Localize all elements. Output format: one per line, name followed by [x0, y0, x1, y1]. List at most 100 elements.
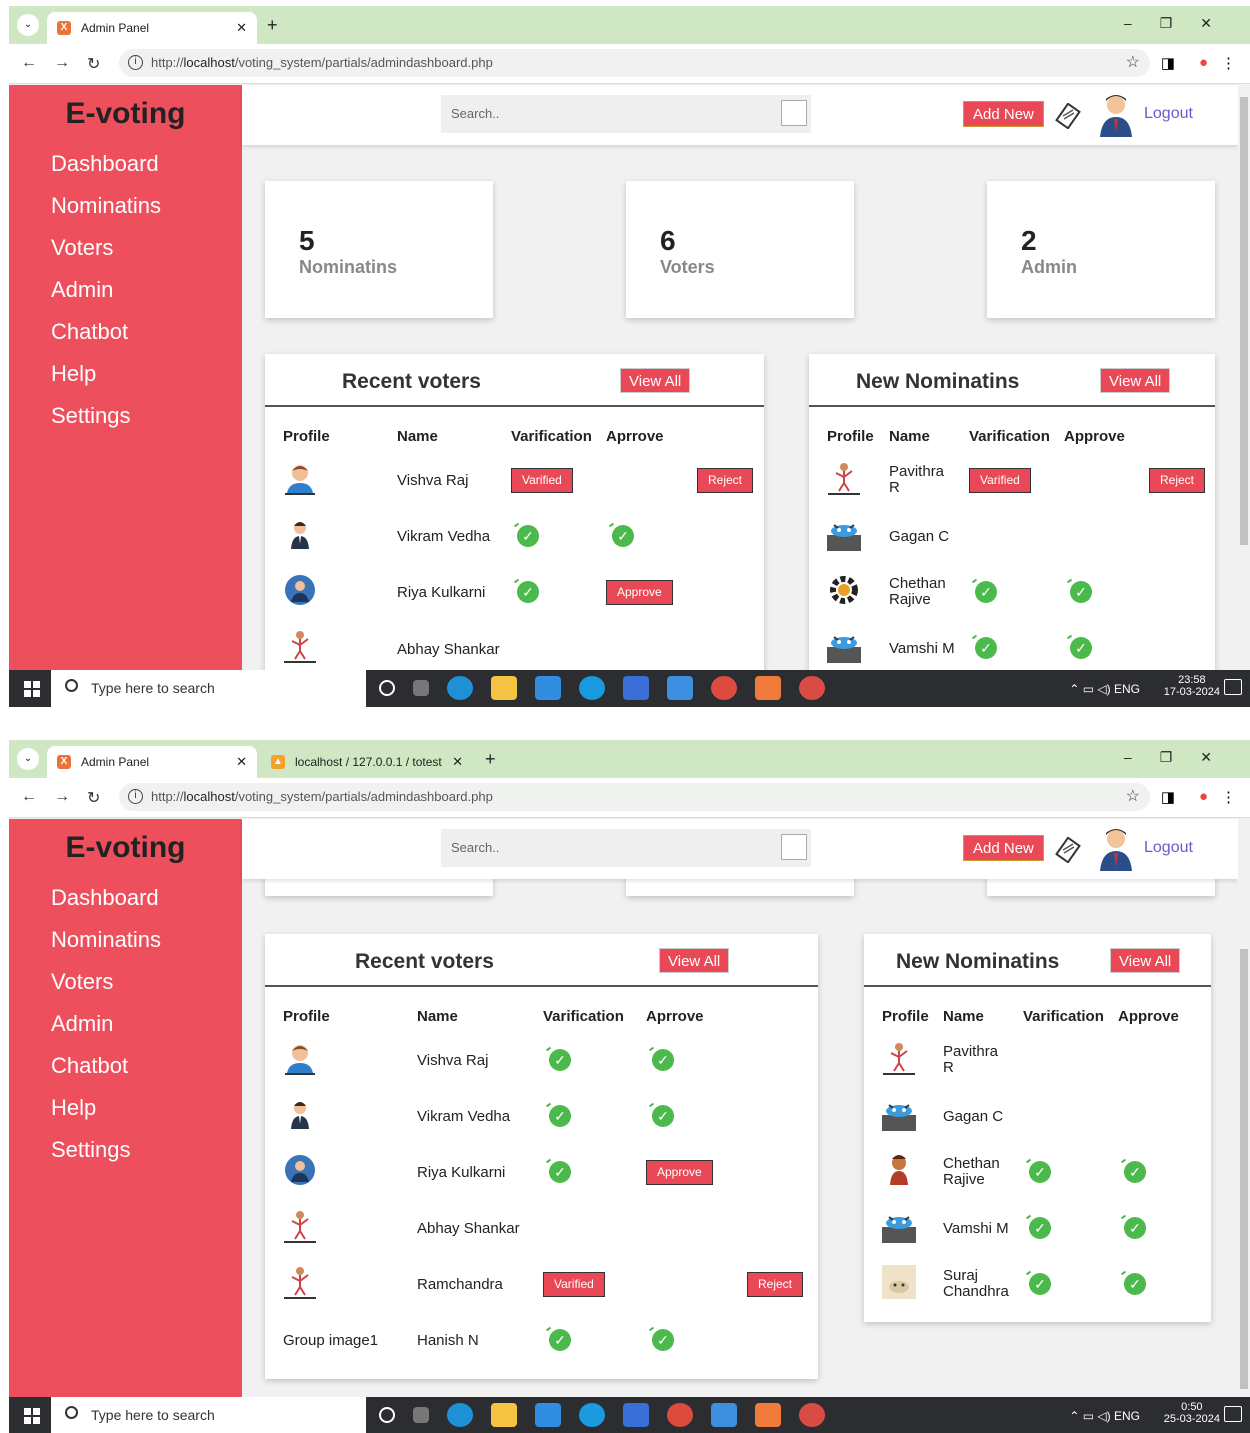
- tray-icons[interactable]: ⌃ ▭ ◁) ENG: [1069, 1409, 1140, 1423]
- sidebar-item-voters[interactable]: Voters: [51, 235, 242, 261]
- close-tab-icon[interactable]: ✕: [452, 754, 463, 770]
- menu-icon[interactable]: ⋮: [1221, 788, 1236, 806]
- file-explorer-icon[interactable]: [491, 1403, 517, 1427]
- reject-button[interactable]: Reject: [1148, 467, 1205, 493]
- window-controls[interactable]: –❐✕: [1124, 749, 1240, 766]
- menu-icon[interactable]: ⋮: [1221, 54, 1236, 72]
- store-icon[interactable]: [623, 676, 649, 700]
- chrome-icon[interactable]: [711, 676, 737, 700]
- clock-time[interactable]: 23:58: [1164, 674, 1220, 686]
- varified-button[interactable]: Varified: [969, 467, 1031, 493]
- window-controls[interactable]: –❐✕: [1124, 15, 1240, 32]
- file-explorer-icon[interactable]: [491, 676, 517, 700]
- sidebar-item-voters[interactable]: Voters: [51, 969, 242, 995]
- cortana-icon[interactable]: [379, 1407, 395, 1423]
- sidebar-item-admin[interactable]: Admin: [51, 277, 242, 303]
- info-icon[interactable]: i: [128, 789, 143, 804]
- tab-search-button[interactable]: ⌄: [17, 14, 39, 36]
- task-view-icon[interactable]: [413, 680, 429, 696]
- reject-button[interactable]: Reject: [746, 1271, 803, 1297]
- add-new-button[interactable]: Add New: [963, 835, 1044, 861]
- taskbar-search-input[interactable]: Type here to search: [51, 670, 366, 707]
- logout-link[interactable]: Logout: [1144, 105, 1193, 123]
- tab-phpmyadmin[interactable]: ▲ localhost / 127.0.0.1 / totest / v ✕: [261, 746, 473, 778]
- scrollbar[interactable]: [1238, 819, 1250, 1397]
- store-icon[interactable]: [623, 1403, 649, 1427]
- bookmark-star-icon[interactable]: ☆: [1126, 783, 1140, 811]
- url-input[interactable]: i http://localhost/voting_system/partial…: [119, 783, 1150, 811]
- sidepanel-icon[interactable]: ◨: [1161, 54, 1175, 72]
- back-icon[interactable]: ←: [21, 54, 37, 72]
- profile-icon[interactable]: ●: [1199, 54, 1208, 71]
- sidebar-item-help[interactable]: Help: [51, 1095, 242, 1121]
- sidebar-item-settings[interactable]: Settings: [51, 1137, 242, 1163]
- notification-icon[interactable]: [1224, 1406, 1242, 1422]
- xampp-icon[interactable]: [755, 1403, 781, 1427]
- tab-admin-panel[interactable]: X Admin Panel ✕: [47, 12, 257, 44]
- search-button-icon[interactable]: [781, 100, 807, 126]
- forward-icon[interactable]: →: [54, 54, 70, 72]
- clock-time[interactable]: 0:50: [1164, 1401, 1220, 1413]
- mail-icon[interactable]: [535, 676, 561, 700]
- photos-icon[interactable]: [667, 676, 693, 700]
- varified-button[interactable]: Varified: [511, 467, 573, 493]
- search-input[interactable]: Search..: [441, 95, 811, 133]
- chrome-profile-icon[interactable]: [799, 676, 825, 700]
- reject-button[interactable]: Reject: [696, 467, 753, 493]
- admin-avatar[interactable]: [1092, 91, 1136, 137]
- tab-search-button[interactable]: ⌄: [17, 748, 39, 770]
- tray-icons[interactable]: ⌃ ▭ ◁) ENG: [1069, 682, 1140, 696]
- scrollbar[interactable]: [1238, 85, 1250, 670]
- logout-link[interactable]: Logout: [1144, 839, 1193, 857]
- sidepanel-icon[interactable]: ◨: [1161, 788, 1175, 806]
- varified-button[interactable]: Varified: [543, 1271, 605, 1297]
- clock-date[interactable]: 25-03-2024: [1164, 1413, 1220, 1425]
- mail-icon[interactable]: [535, 1403, 561, 1427]
- reload-icon[interactable]: ↻: [87, 788, 100, 808]
- skype-icon[interactable]: [579, 676, 605, 700]
- photos-icon[interactable]: [711, 1403, 737, 1427]
- sidebar-item-help[interactable]: Help: [51, 361, 242, 387]
- approve-button[interactable]: Approve: [646, 1159, 713, 1185]
- url-input[interactable]: i http://localhost/voting_system/partial…: [119, 49, 1150, 77]
- view-all-nominatins-button[interactable]: View All: [1110, 948, 1181, 973]
- edge-icon[interactable]: [447, 1403, 473, 1427]
- skype-icon[interactable]: [579, 1403, 605, 1427]
- taskbar-search-input[interactable]: Type here to search: [51, 1397, 366, 1433]
- profile-icon[interactable]: ●: [1199, 788, 1208, 805]
- windows-start-icon[interactable]: [24, 1408, 40, 1424]
- admin-avatar[interactable]: [1092, 825, 1136, 871]
- sidebar-item-chatbot[interactable]: Chatbot: [51, 1053, 242, 1079]
- sidebar-item-settings[interactable]: Settings: [51, 403, 242, 429]
- lang-indicator[interactable]: ENG: [1114, 682, 1140, 696]
- sidebar-item-nominatins[interactable]: Nominatins: [51, 193, 242, 219]
- approve-button[interactable]: Approve: [606, 579, 673, 605]
- close-tab-icon[interactable]: ✕: [236, 754, 247, 770]
- search-button-icon[interactable]: [781, 834, 807, 860]
- clock-date[interactable]: 17-03-2024: [1164, 686, 1220, 698]
- chrome-profile-icon[interactable]: [799, 1403, 825, 1427]
- notification-icon[interactable]: [1224, 679, 1242, 695]
- sidebar-item-chatbot[interactable]: Chatbot: [51, 319, 242, 345]
- view-all-nominatins-button[interactable]: View All: [1100, 368, 1171, 393]
- sidebar-item-nominatins[interactable]: Nominatins: [51, 927, 242, 953]
- edge-icon[interactable]: [447, 676, 473, 700]
- search-input[interactable]: Search..: [441, 829, 811, 867]
- back-icon[interactable]: ←: [21, 788, 37, 806]
- sidebar-item-admin[interactable]: Admin: [51, 1011, 242, 1037]
- new-tab-button[interactable]: +: [485, 749, 496, 770]
- add-new-button[interactable]: Add New: [963, 101, 1044, 127]
- chrome-icon[interactable]: [667, 1403, 693, 1427]
- windows-start-icon[interactable]: [24, 681, 40, 697]
- task-view-icon[interactable]: [413, 1407, 429, 1423]
- sidebar-item-dashboard[interactable]: Dashboard: [51, 151, 242, 177]
- view-all-voters-button[interactable]: View All: [659, 948, 730, 973]
- new-tab-button[interactable]: +: [267, 15, 278, 36]
- xampp-icon[interactable]: [755, 676, 781, 700]
- bookmark-star-icon[interactable]: ☆: [1126, 49, 1140, 77]
- view-all-voters-button[interactable]: View All: [620, 368, 691, 393]
- info-icon[interactable]: i: [128, 55, 143, 70]
- close-tab-icon[interactable]: ✕: [236, 20, 247, 36]
- cortana-icon[interactable]: [379, 680, 395, 696]
- reload-icon[interactable]: ↻: [87, 54, 100, 74]
